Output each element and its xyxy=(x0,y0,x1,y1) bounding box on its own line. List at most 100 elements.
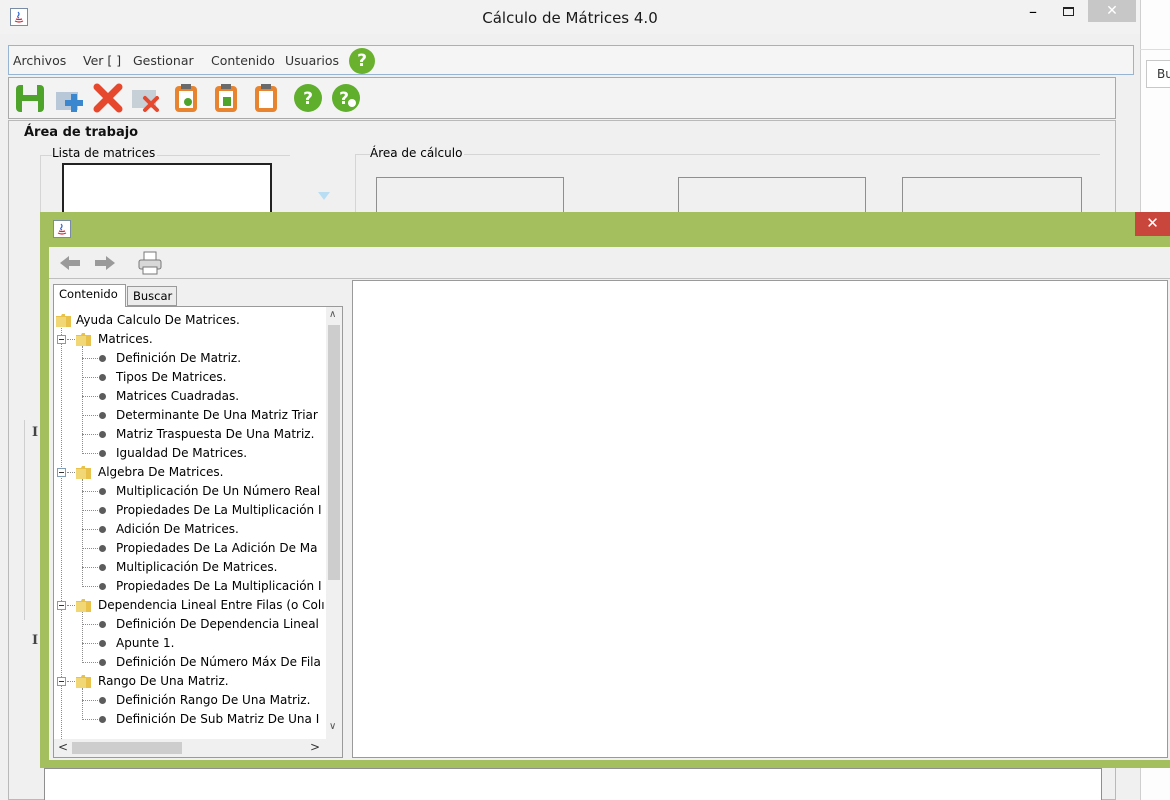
topic-bullet-icon xyxy=(99,526,106,533)
topic-bullet-icon xyxy=(99,412,106,419)
tree-item-label: Definición De Matriz. xyxy=(116,351,242,365)
scroll-thumb[interactable] xyxy=(328,325,340,580)
tree-leaf-item[interactable]: Definición De Dependencia Lineal xyxy=(54,615,326,634)
menu-archivos[interactable]: Archivos xyxy=(13,53,66,68)
tree-leaf-item[interactable]: Matrices Cuadradas. xyxy=(54,387,326,406)
tree-guide-line xyxy=(67,605,75,606)
collapse-icon[interactable] xyxy=(57,468,66,477)
tree-folder-item[interactable]: Rango De Una Matriz. xyxy=(54,672,326,691)
workspace-title: Área de trabajo xyxy=(24,125,139,140)
main-title-bar: Cálculo de Mátrices 4.0 – ✕ xyxy=(0,0,1140,34)
arrow-down-icon[interactable] xyxy=(318,192,330,200)
tree-guide-line xyxy=(82,548,98,549)
minimize-button[interactable]: – xyxy=(1022,4,1044,24)
tree-item-label: Ayuda Calculo De Matrices. xyxy=(76,313,240,327)
add-icon[interactable] xyxy=(53,82,87,114)
menu-gestionar[interactable]: Gestionar xyxy=(133,53,194,68)
tree-item-label: Matrices. xyxy=(98,332,153,346)
tree-leaf-item[interactable]: Matriz Traspuesta De Una Matriz. xyxy=(54,425,326,444)
help-body: Contenido Buscar Ayuda Calculo De Matric… xyxy=(49,247,1170,760)
forward-arrow-icon[interactable] xyxy=(94,255,116,274)
tree-vertical-scrollbar[interactable]: ∧ ∨ xyxy=(326,307,342,739)
scroll-h-thumb[interactable] xyxy=(72,742,182,754)
delete-icon[interactable] xyxy=(91,82,125,114)
tree-folder-item[interactable]: Ayuda Calculo De Matrices. xyxy=(54,311,326,330)
menu-usuarios[interactable]: Usuarios xyxy=(285,53,339,68)
tree-guide-line xyxy=(82,719,98,720)
maximize-icon xyxy=(1063,7,1074,16)
help-content-pane[interactable] xyxy=(352,280,1168,758)
tree-guide-line xyxy=(82,700,98,701)
tree-leaf-item[interactable]: Definición De Sub Matriz De Una I xyxy=(54,710,326,729)
tree-leaf-item[interactable]: Propiedades De La Adición De Ma xyxy=(54,539,326,558)
clipboard-save-icon[interactable] xyxy=(209,82,243,114)
bottom-panel xyxy=(44,768,1102,800)
folder-icon xyxy=(76,675,91,688)
tree-item-label: Definición Rango De Una Matriz. xyxy=(116,693,311,707)
help-close-button[interactable]: ✕ xyxy=(1135,212,1170,236)
calc-matrix-result[interactable] xyxy=(902,177,1082,217)
matrix-list[interactable] xyxy=(62,163,272,218)
tree-leaf-item[interactable]: Propiedades De La Multiplicación I xyxy=(54,501,326,520)
folder-icon xyxy=(56,314,71,327)
tree-leaf-item[interactable]: Propiedades De La Multiplicación I xyxy=(54,577,326,596)
tree-leaf-item[interactable]: Adición De Matrices. xyxy=(54,520,326,539)
tree-item-label: Definición De Número Máx De Fila xyxy=(116,655,321,669)
collapse-icon[interactable] xyxy=(57,601,66,610)
print-icon[interactable] xyxy=(137,250,163,279)
menu-contenido[interactable]: Contenido xyxy=(211,53,275,68)
folder-icon xyxy=(76,599,91,612)
collapse-icon[interactable] xyxy=(57,677,66,686)
tree-leaf-item[interactable]: Multiplicación De Un Número Real xyxy=(54,482,326,501)
tree-guide-line xyxy=(82,586,98,587)
tree-folder-item[interactable]: Algebra De Matrices. xyxy=(54,463,326,482)
tree-guide-line xyxy=(67,472,75,473)
tree-leaf-item[interactable]: Multiplicación De Matrices. xyxy=(54,558,326,577)
topic-bullet-icon xyxy=(99,450,106,457)
menu-ver[interactable]: Ver [ ] xyxy=(83,53,121,68)
calc-matrix-b[interactable] xyxy=(678,177,866,217)
tree-leaf-item[interactable]: Tipos De Matrices. xyxy=(54,368,326,387)
side-label-2: I xyxy=(32,633,39,648)
tree-item-label: Adición De Matrices. xyxy=(116,522,239,536)
tree-leaf-item[interactable]: Igualdad De Matrices. xyxy=(54,444,326,463)
help-settings-icon[interactable]: ? xyxy=(329,82,363,114)
tab-contenido[interactable]: Contenido xyxy=(53,284,126,307)
close-button[interactable]: ✕ xyxy=(1088,0,1136,22)
side-label-1: I xyxy=(32,425,39,440)
tree-guide-line xyxy=(82,567,98,568)
strip-text: Bu xyxy=(1157,67,1170,81)
tree-folder-item[interactable]: Matrices. xyxy=(54,330,326,349)
clipboard-settings-icon[interactable] xyxy=(169,82,203,114)
tree-guide-line xyxy=(67,339,75,340)
help-icon[interactable]: ? xyxy=(291,82,325,114)
tree-leaf-item[interactable]: Determinante De Una Matriz Triar xyxy=(54,406,326,425)
collapse-icon[interactable] xyxy=(57,335,66,344)
scroll-left-icon[interactable]: < xyxy=(58,740,68,754)
tree-leaf-item[interactable]: Definición De Número Máx De Fila xyxy=(54,653,326,672)
tab-buscar[interactable]: Buscar xyxy=(127,286,177,306)
tree-leaf-item[interactable]: Definición Rango De Una Matriz. xyxy=(54,691,326,710)
tree-leaf-item[interactable]: Apunte 1. xyxy=(54,634,326,653)
tree-item-label: Tipos De Matrices. xyxy=(116,370,227,384)
topic-bullet-icon xyxy=(99,564,106,571)
scroll-down-icon[interactable]: ∨ xyxy=(329,721,336,732)
scroll-up-icon[interactable]: ∧ xyxy=(329,309,336,320)
tree-item-label: Propiedades De La Multiplicación I xyxy=(116,503,322,517)
clipboard-icon[interactable] xyxy=(249,82,283,114)
tree-item-label: Multiplicación De Matrices. xyxy=(116,560,278,574)
delete-doc-icon[interactable] xyxy=(129,82,163,114)
tree-folder-item[interactable]: Dependencia Lineal Entre Filas (o Colı xyxy=(54,596,326,615)
help-title-bar: ✕ xyxy=(40,212,1170,246)
back-arrow-icon[interactable] xyxy=(59,255,81,274)
maximize-button[interactable] xyxy=(1058,4,1080,24)
tree-guide-line xyxy=(82,643,98,644)
tree-horizontal-scrollbar[interactable]: < > xyxy=(54,739,326,757)
tree-leaf-item[interactable]: Definición De Matriz. xyxy=(54,349,326,368)
calc-matrix-a[interactable] xyxy=(376,177,564,217)
folder-icon xyxy=(76,333,91,346)
help-menu-icon[interactable]: ? xyxy=(349,48,375,74)
tree-item-label: Algebra De Matrices. xyxy=(98,465,224,479)
save-icon[interactable] xyxy=(13,82,47,114)
scroll-right-icon[interactable]: > xyxy=(310,740,320,754)
